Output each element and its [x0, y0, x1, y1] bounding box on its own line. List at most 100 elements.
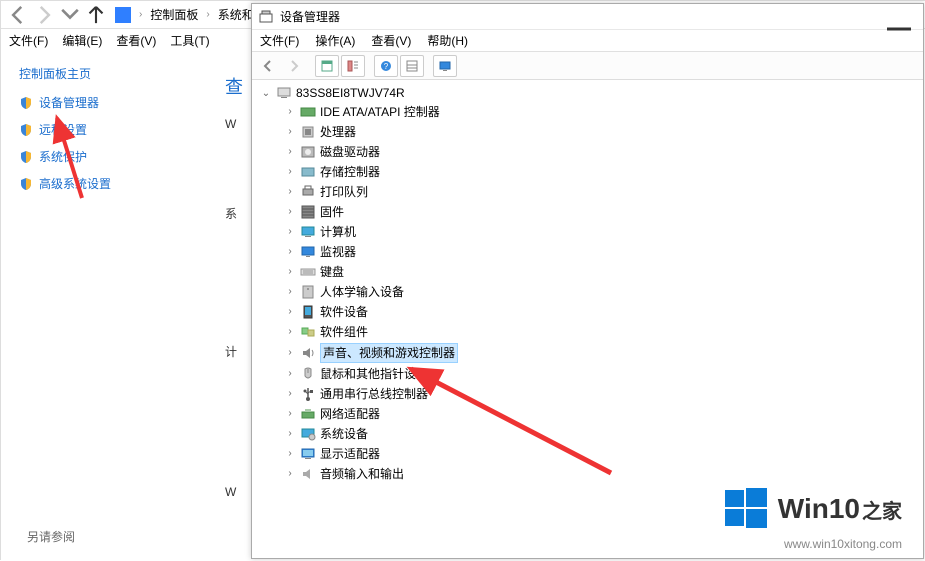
chevron-right-icon: › — [202, 9, 213, 20]
toolbar-help[interactable]: ? — [374, 55, 398, 77]
toolbar-btn-2[interactable] — [341, 55, 365, 77]
toolbar-scan[interactable] — [433, 55, 457, 77]
tree-node-label: 鼠标和其他指针设 — [320, 365, 416, 383]
expander-closed-icon[interactable]: › — [284, 385, 296, 403]
expander-closed-icon[interactable]: › — [284, 203, 296, 221]
tree-node[interactable]: ›通用串行总线控制器 — [260, 384, 923, 404]
expander-closed-icon[interactable]: › — [284, 243, 296, 261]
tree-node[interactable]: › 存储控制器 — [260, 162, 923, 182]
nav-dropdown[interactable] — [57, 4, 83, 26]
shield-icon — [19, 150, 33, 164]
device-manager-window: 设备管理器 文件(F) 操作(A) 查看(V) 帮助(H) ? ⌄ 83SS8E… — [251, 3, 924, 559]
tree-node-label: IDE ATA/ATAPI 控制器 — [320, 103, 440, 121]
tree-node[interactable]: ›显示适配器 — [260, 444, 923, 464]
sidebar-item-label: 系统保护 — [39, 148, 87, 165]
tree-node[interactable]: › 音频输入和输出 — [260, 464, 923, 484]
tree-node[interactable]: › 系统设备 — [260, 424, 923, 444]
sidebar-item-2[interactable]: 系统保护 — [19, 148, 219, 165]
crumb-control-panel[interactable]: 控制面板 — [146, 4, 202, 25]
expander-closed-icon[interactable]: › — [284, 303, 296, 321]
ide-icon — [300, 104, 316, 120]
tree-node-label: 声音、视频和游戏控制器 — [320, 343, 458, 363]
nav-back[interactable] — [5, 4, 31, 26]
root-label: 83SS8EI8TWJV74R — [296, 86, 405, 100]
expander-closed-icon[interactable]: › — [284, 163, 296, 181]
expander-closed-icon[interactable]: › — [284, 323, 296, 341]
computer-icon — [276, 85, 292, 101]
menu-action[interactable]: 操作(A) — [315, 32, 355, 49]
expander-closed-icon[interactable]: › — [284, 143, 296, 161]
front-titlebar[interactable]: 设备管理器 — [252, 4, 923, 30]
front-menubar: 文件(F) 操作(A) 查看(V) 帮助(H) — [252, 30, 923, 52]
menu-view[interactable]: 查看(V) — [116, 32, 156, 49]
menu-file[interactable]: 文件(F) — [9, 32, 48, 49]
menu-tools[interactable]: 工具(T) — [170, 32, 209, 49]
sidebar-item-0[interactable]: 设备管理器 — [19, 94, 219, 111]
tree-node[interactable]: ›监视器 — [260, 242, 923, 262]
tree-node[interactable]: › 固件 — [260, 202, 923, 222]
expander-closed-icon[interactable]: › — [284, 344, 296, 362]
expander-closed-icon[interactable]: › — [284, 183, 296, 201]
bg-text: 查 — [225, 73, 243, 99]
cpu-icon — [300, 124, 316, 140]
menu-file[interactable]: 文件(F) — [260, 32, 299, 49]
tree-node[interactable]: › IDE ATA/ATAPI 控制器 — [260, 102, 923, 122]
toolbar-back[interactable] — [256, 55, 280, 77]
tree-node[interactable]: ›键盘 — [260, 262, 923, 282]
sidebar-item-3[interactable]: 高级系统设置 — [19, 175, 219, 192]
chevron-right-icon: › — [135, 9, 146, 20]
toolbar-btn-4[interactable] — [400, 55, 424, 77]
expander-closed-icon[interactable]: › — [284, 223, 296, 241]
window-title: 设备管理器 — [280, 8, 340, 25]
see-also-label: 另请参阅 — [27, 528, 75, 545]
tree-node[interactable]: ›人体学输入设备 — [260, 282, 923, 302]
usb-icon — [300, 386, 316, 402]
minimize-button[interactable] — [881, 6, 917, 28]
tree-node-label: 打印队列 — [320, 183, 368, 201]
menu-view[interactable]: 查看(V) — [371, 32, 411, 49]
sidebar-item-1[interactable]: 远程设置 — [19, 121, 219, 138]
sidebar-item-label: 远程设置 — [39, 121, 87, 138]
tree-root[interactable]: ⌄ 83SS8EI8TWJV74R — [260, 84, 923, 102]
tree-node-label: 存储控制器 — [320, 163, 380, 181]
menu-help[interactable]: 帮助(H) — [427, 32, 468, 49]
expander-closed-icon[interactable]: › — [284, 263, 296, 281]
toolbar-btn-1[interactable] — [315, 55, 339, 77]
tree-node[interactable]: ›软件组件 — [260, 322, 923, 342]
expander-closed-icon[interactable]: › — [284, 445, 296, 463]
expander-closed-icon[interactable]: › — [284, 425, 296, 443]
expander-closed-icon[interactable]: › — [284, 365, 296, 383]
expander-closed-icon[interactable]: › — [284, 405, 296, 423]
tree-node[interactable]: › 鼠标和其他指针设 — [260, 364, 923, 384]
expander-open-icon[interactable]: ⌄ — [260, 88, 272, 99]
expander-closed-icon[interactable]: › — [284, 103, 296, 121]
tree-node[interactable]: ›网络适配器 — [260, 404, 923, 424]
keyboard-icon — [300, 264, 316, 280]
tree-node[interactable]: › 声音、视频和游戏控制器 — [260, 342, 923, 364]
softdev-icon — [300, 304, 316, 320]
sidebar: 控制面板主页 设备管理器远程设置系统保护高级系统设置 — [19, 65, 219, 202]
tree-node-label: 处理器 — [320, 123, 356, 141]
sidebar-title[interactable]: 控制面板主页 — [19, 65, 219, 82]
bg-text: W — [225, 117, 236, 131]
expander-closed-icon[interactable]: › — [284, 283, 296, 301]
tree-node[interactable]: ›软件设备 — [260, 302, 923, 322]
tree-node-label: 计算机 — [320, 223, 356, 241]
mouse-icon — [300, 366, 316, 382]
nav-up[interactable] — [83, 4, 109, 26]
menu-edit[interactable]: 编辑(E) — [62, 32, 102, 49]
expander-closed-icon[interactable]: › — [284, 465, 296, 483]
tree-node-label: 音频输入和输出 — [320, 465, 404, 483]
tree-node[interactable]: › 处理器 — [260, 122, 923, 142]
tree-node-label: 系统设备 — [320, 425, 368, 443]
tree-node[interactable]: › 计算机 — [260, 222, 923, 242]
tree-node[interactable]: › 打印队列 — [260, 182, 923, 202]
computer-icon — [300, 224, 316, 240]
front-toolbar: ? — [252, 52, 923, 80]
toolbar-forward[interactable] — [282, 55, 306, 77]
shield-icon — [19, 123, 33, 137]
tree-node[interactable]: ›磁盘驱动器 — [260, 142, 923, 162]
nav-forward[interactable] — [31, 4, 57, 26]
expander-closed-icon[interactable]: › — [284, 123, 296, 141]
tree-node-label: 固件 — [320, 203, 344, 221]
